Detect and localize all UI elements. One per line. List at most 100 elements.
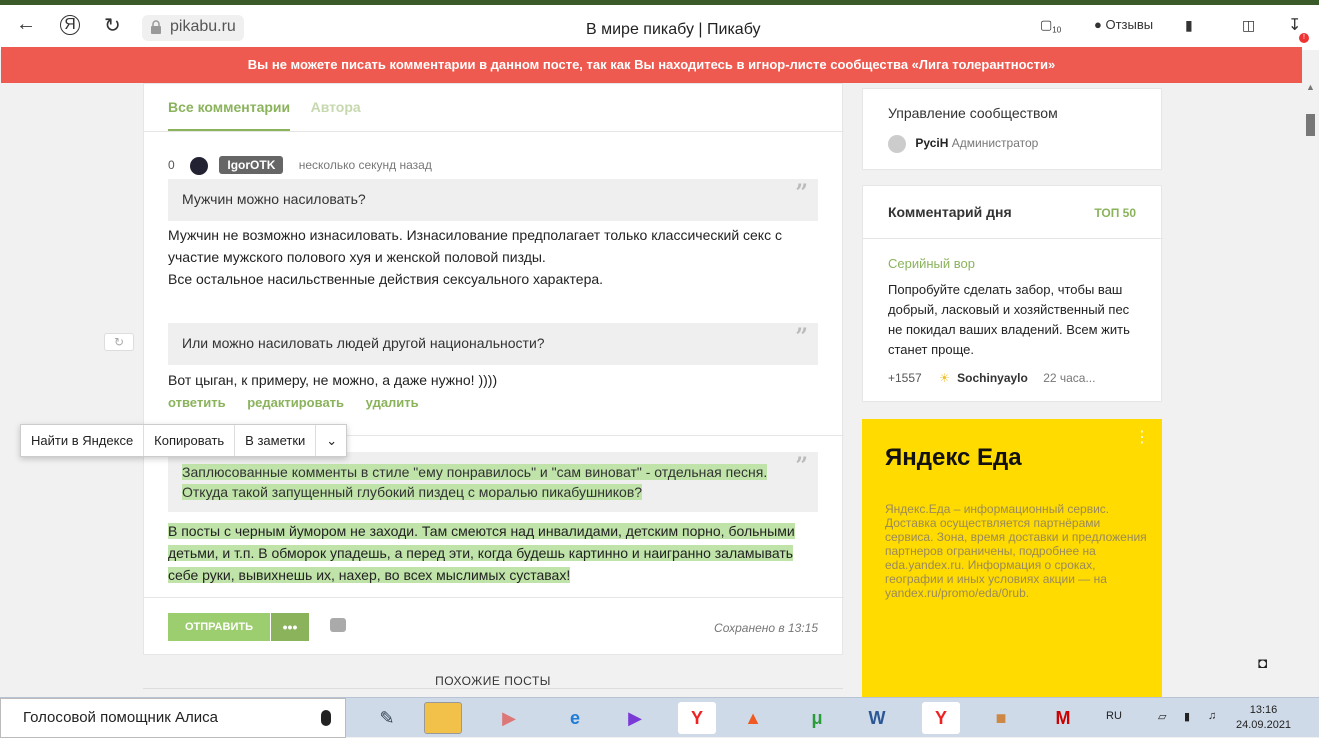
quote-text: Заплюсованные комменты в стиле "ему понр… <box>182 464 768 480</box>
yandex-button[interactable]: Я <box>60 15 80 35</box>
selection-context-menu: Найти в Яндексе Копировать В заметки ⌄ <box>20 424 348 457</box>
alice-search-box[interactable]: Голосовой помощник Алиса <box>0 698 346 738</box>
refresh-icon[interactable]: ↻ <box>104 333 134 351</box>
comment-time[interactable]: несколько секунд назад <box>299 158 432 172</box>
similar-posts-heading: ПОХОЖИЕ ПОСТЫ <box>435 674 551 688</box>
tab-author-comments[interactable]: Автора <box>311 99 361 129</box>
delete-link[interactable]: удалить <box>366 395 419 410</box>
scrollbar-thumb[interactable] <box>1306 114 1315 136</box>
word-icon[interactable]: W <box>858 702 896 734</box>
bookmark-icon[interactable]: ▮ <box>1185 17 1193 34</box>
volume-icon[interactable]: ♫ <box>1208 710 1216 722</box>
comment-of-day-footer: +1557 ☀ Sochinyaylo 22 часа... <box>888 371 1095 385</box>
quote-text: Или можно насиловать людей другой национ… <box>182 335 545 351</box>
more-options-button[interactable]: ••• <box>271 613 309 641</box>
comment-line: Все остальное насильственные действия се… <box>168 271 604 287</box>
scroll-up-icon[interactable]: ▲ <box>1306 82 1315 92</box>
sun-icon: ☀ <box>939 371 950 385</box>
card-title: Комментарий дня <box>888 204 1012 220</box>
admin-row[interactable]: РусiН Администратор <box>888 135 1038 153</box>
microphone-icon[interactable] <box>321 710 331 726</box>
post-title-link[interactable]: Серийный вор <box>888 256 975 271</box>
media-player-icon[interactable]: ▶ <box>490 702 528 734</box>
send-button[interactable]: ОТПРАВИТЬ <box>168 613 270 641</box>
page-scrollbar[interactable]: ▲ <box>1302 50 1319 695</box>
menu-item-notes[interactable]: В заметки <box>235 425 317 456</box>
tab-divider <box>144 131 844 132</box>
tabs-counter-icon[interactable]: ▢10 <box>1040 17 1061 35</box>
admin-name[interactable]: РусiН <box>915 136 948 150</box>
windows-taskbar: Голосовой помощник Алиса ✎ ▶ e ▶ Y ▲ μ W… <box>0 697 1319 738</box>
comment-of-day-text[interactable]: Попробуйте сделать забор, чтобы ваш добр… <box>888 280 1143 360</box>
menu-item-search-yandex[interactable]: Найти в Яндексе <box>21 425 145 456</box>
alice-label: Голосовой помощник Алиса <box>23 709 218 726</box>
comment-rating: +1557 <box>888 371 922 385</box>
comment-meta: 0 IgorOTK несколько секунд назад <box>168 156 432 175</box>
ad-logo: Яндекс Еда <box>885 444 1022 471</box>
page-title: В мире пикабу | Пикабу <box>586 21 761 38</box>
quote-text: Мужчин можно насиловать? <box>182 191 366 207</box>
quote-icon: ” <box>795 324 808 350</box>
top50-link[interactable]: ТОП 50 <box>1094 206 1136 220</box>
tab-all-comments[interactable]: Все комментарии <box>168 99 291 131</box>
quote-icon: ” <box>795 453 808 479</box>
admin-role: Администратор <box>951 136 1039 151</box>
quote-block-editor[interactable]: Заплюсованные комменты в стиле "ему понр… <box>168 452 818 512</box>
mcafee-icon[interactable]: M <box>1044 702 1082 734</box>
language-indicator[interactable]: RU <box>1106 710 1122 722</box>
paint-bucket-icon[interactable]: ◘ <box>1258 655 1267 672</box>
clock-date: 24.09.2021 <box>1236 719 1292 731</box>
video-app-icon[interactable]: ▶ <box>616 702 654 734</box>
internet-explorer-icon[interactable]: e <box>556 702 594 734</box>
quote-block: Или можно насиловать людей другой национ… <box>168 323 818 365</box>
yandex-browser-icon[interactable]: Y <box>922 702 960 734</box>
battery-icon[interactable]: ▮ <box>1184 710 1190 723</box>
comment-time[interactable]: 22 часа... <box>1043 371 1095 385</box>
back-arrow-icon[interactable]: ← <box>16 13 36 36</box>
edit-link[interactable]: редактировать <box>247 395 344 410</box>
comment-text: Вот цыган, к примеру, не можно, а даже н… <box>168 372 498 388</box>
utorrent-icon[interactable]: μ <box>798 702 836 734</box>
app-icon[interactable]: ✎ <box>368 702 406 734</box>
comments-section: Все комментарии Автора 0 IgorOTK несколь… <box>143 83 844 655</box>
collections-icon[interactable]: ◫ <box>1242 17 1255 34</box>
yandex-eda-ad[interactable]: Яндекс Еда ⋮ Яндекс.Еда – информационный… <box>862 419 1162 697</box>
brave-icon[interactable]: ▲ <box>734 702 772 734</box>
reviews-button[interactable]: ● Отзывы <box>1094 17 1153 32</box>
folder-icon[interactable] <box>424 702 462 734</box>
comment-editor-text[interactable]: В посты с черным йумором не заходи. Там … <box>168 520 818 586</box>
network-icon[interactable]: ▱ <box>1158 710 1166 723</box>
comment-author[interactable]: Sochinyaylo <box>957 371 1028 385</box>
comment-tabs: Все комментарии Автора <box>168 99 377 131</box>
comment-author[interactable]: IgorOTK <box>219 156 284 174</box>
reload-icon[interactable]: ↻ <box>104 13 121 38</box>
comment-line: детьми, и т.п. В обморок упадешь, а пере… <box>168 545 794 561</box>
community-management-card: Управление сообществом РусiН Администрат… <box>862 88 1162 170</box>
yandex-browser-icon[interactable]: Y <box>678 702 716 734</box>
tabs-counter: 10 <box>1052 25 1062 35</box>
paint-icon[interactable]: ■ <box>982 702 1020 734</box>
divider <box>143 688 843 689</box>
quote-text: Откуда такой запущенный глубокий пиздец … <box>182 484 643 500</box>
comment-text: Мужчин не возможно изнасиловать. Изнасил… <box>168 224 818 290</box>
comment-rating: 0 <box>168 158 175 172</box>
ignore-list-banner: Вы не можете писать комментарии в данном… <box>1 47 1302 83</box>
divider <box>144 597 844 598</box>
reply-link[interactable]: ответить <box>168 395 226 410</box>
ad-menu-icon[interactable]: ⋮ <box>1134 427 1150 447</box>
download-icon[interactable]: ↧ <box>1288 15 1301 35</box>
camera-icon[interactable] <box>330 618 346 632</box>
address-bar[interactable]: pikabu.ru <box>142 15 244 41</box>
chevron-down-icon[interactable]: ⌄ <box>316 425 346 456</box>
url-text: pikabu.ru <box>170 18 236 35</box>
menu-item-copy[interactable]: Копировать <box>144 425 236 456</box>
system-clock[interactable]: 13:16 24.09.2021 <box>1236 703 1291 733</box>
lock-icon <box>151 20 161 34</box>
comment-actions: ответить редактировать удалить <box>168 395 437 410</box>
comment-line: себе руки, вывихнешь их, нахер, во всех … <box>168 567 571 583</box>
clock-time: 13:16 <box>1249 704 1278 716</box>
avatar <box>888 135 906 153</box>
reviews-label: Отзывы <box>1105 17 1154 32</box>
download-badge: ! <box>1299 33 1309 43</box>
avatar[interactable] <box>190 156 209 175</box>
